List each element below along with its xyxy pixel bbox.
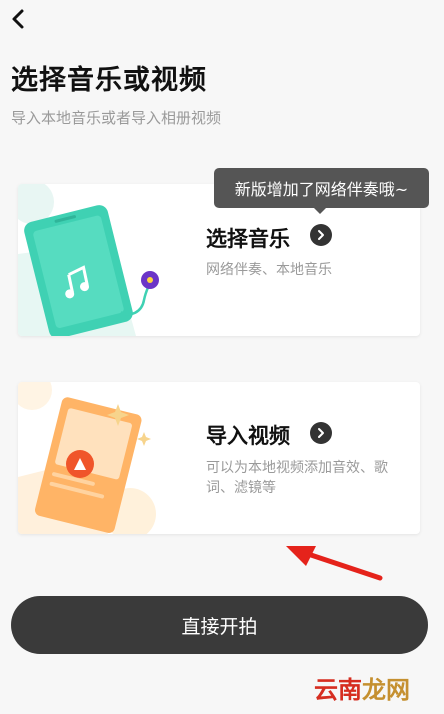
chevron-right-icon [318, 230, 324, 240]
select-music-arrow[interactable] [310, 224, 332, 246]
import-video-arrow[interactable] [310, 422, 332, 444]
tooltip-tail [313, 207, 327, 214]
import-video-card[interactable]: 导入视频 可以为本地视频添加音效、歌词、滤镜等 [18, 382, 420, 534]
select-music-title: 选择音乐 [206, 227, 290, 251]
import-video-title: 导入视频 [206, 424, 290, 448]
select-music-description: 网络伴奏、本地音乐 [206, 262, 332, 278]
chevron-right-icon [318, 428, 324, 438]
shoot-directly-button[interactable]: 直接开拍 [11, 596, 428, 654]
video-phone-illustration [18, 382, 156, 534]
page-title: 选择音乐或视频 [11, 65, 207, 96]
music-phone-illustration [18, 184, 159, 336]
watermark-part2: 龙网 [362, 676, 410, 704]
new-feature-tooltip: 新版增加了网络伴奏哦~ [214, 168, 429, 208]
red-arrow-annotation [286, 546, 383, 581]
import-video-description: 可以为本地视频添加音效、歌词、滤镜等 [206, 460, 388, 496]
chevron-left-icon [12, 9, 24, 29]
play-icon [66, 450, 94, 478]
page-subtitle: 导入本地音乐或者导入相册视频 [11, 109, 222, 127]
watermark-part1: 云南 [314, 676, 362, 704]
watermark-logo: 云南龙网 [314, 670, 410, 705]
back-button[interactable] [8, 6, 30, 32]
